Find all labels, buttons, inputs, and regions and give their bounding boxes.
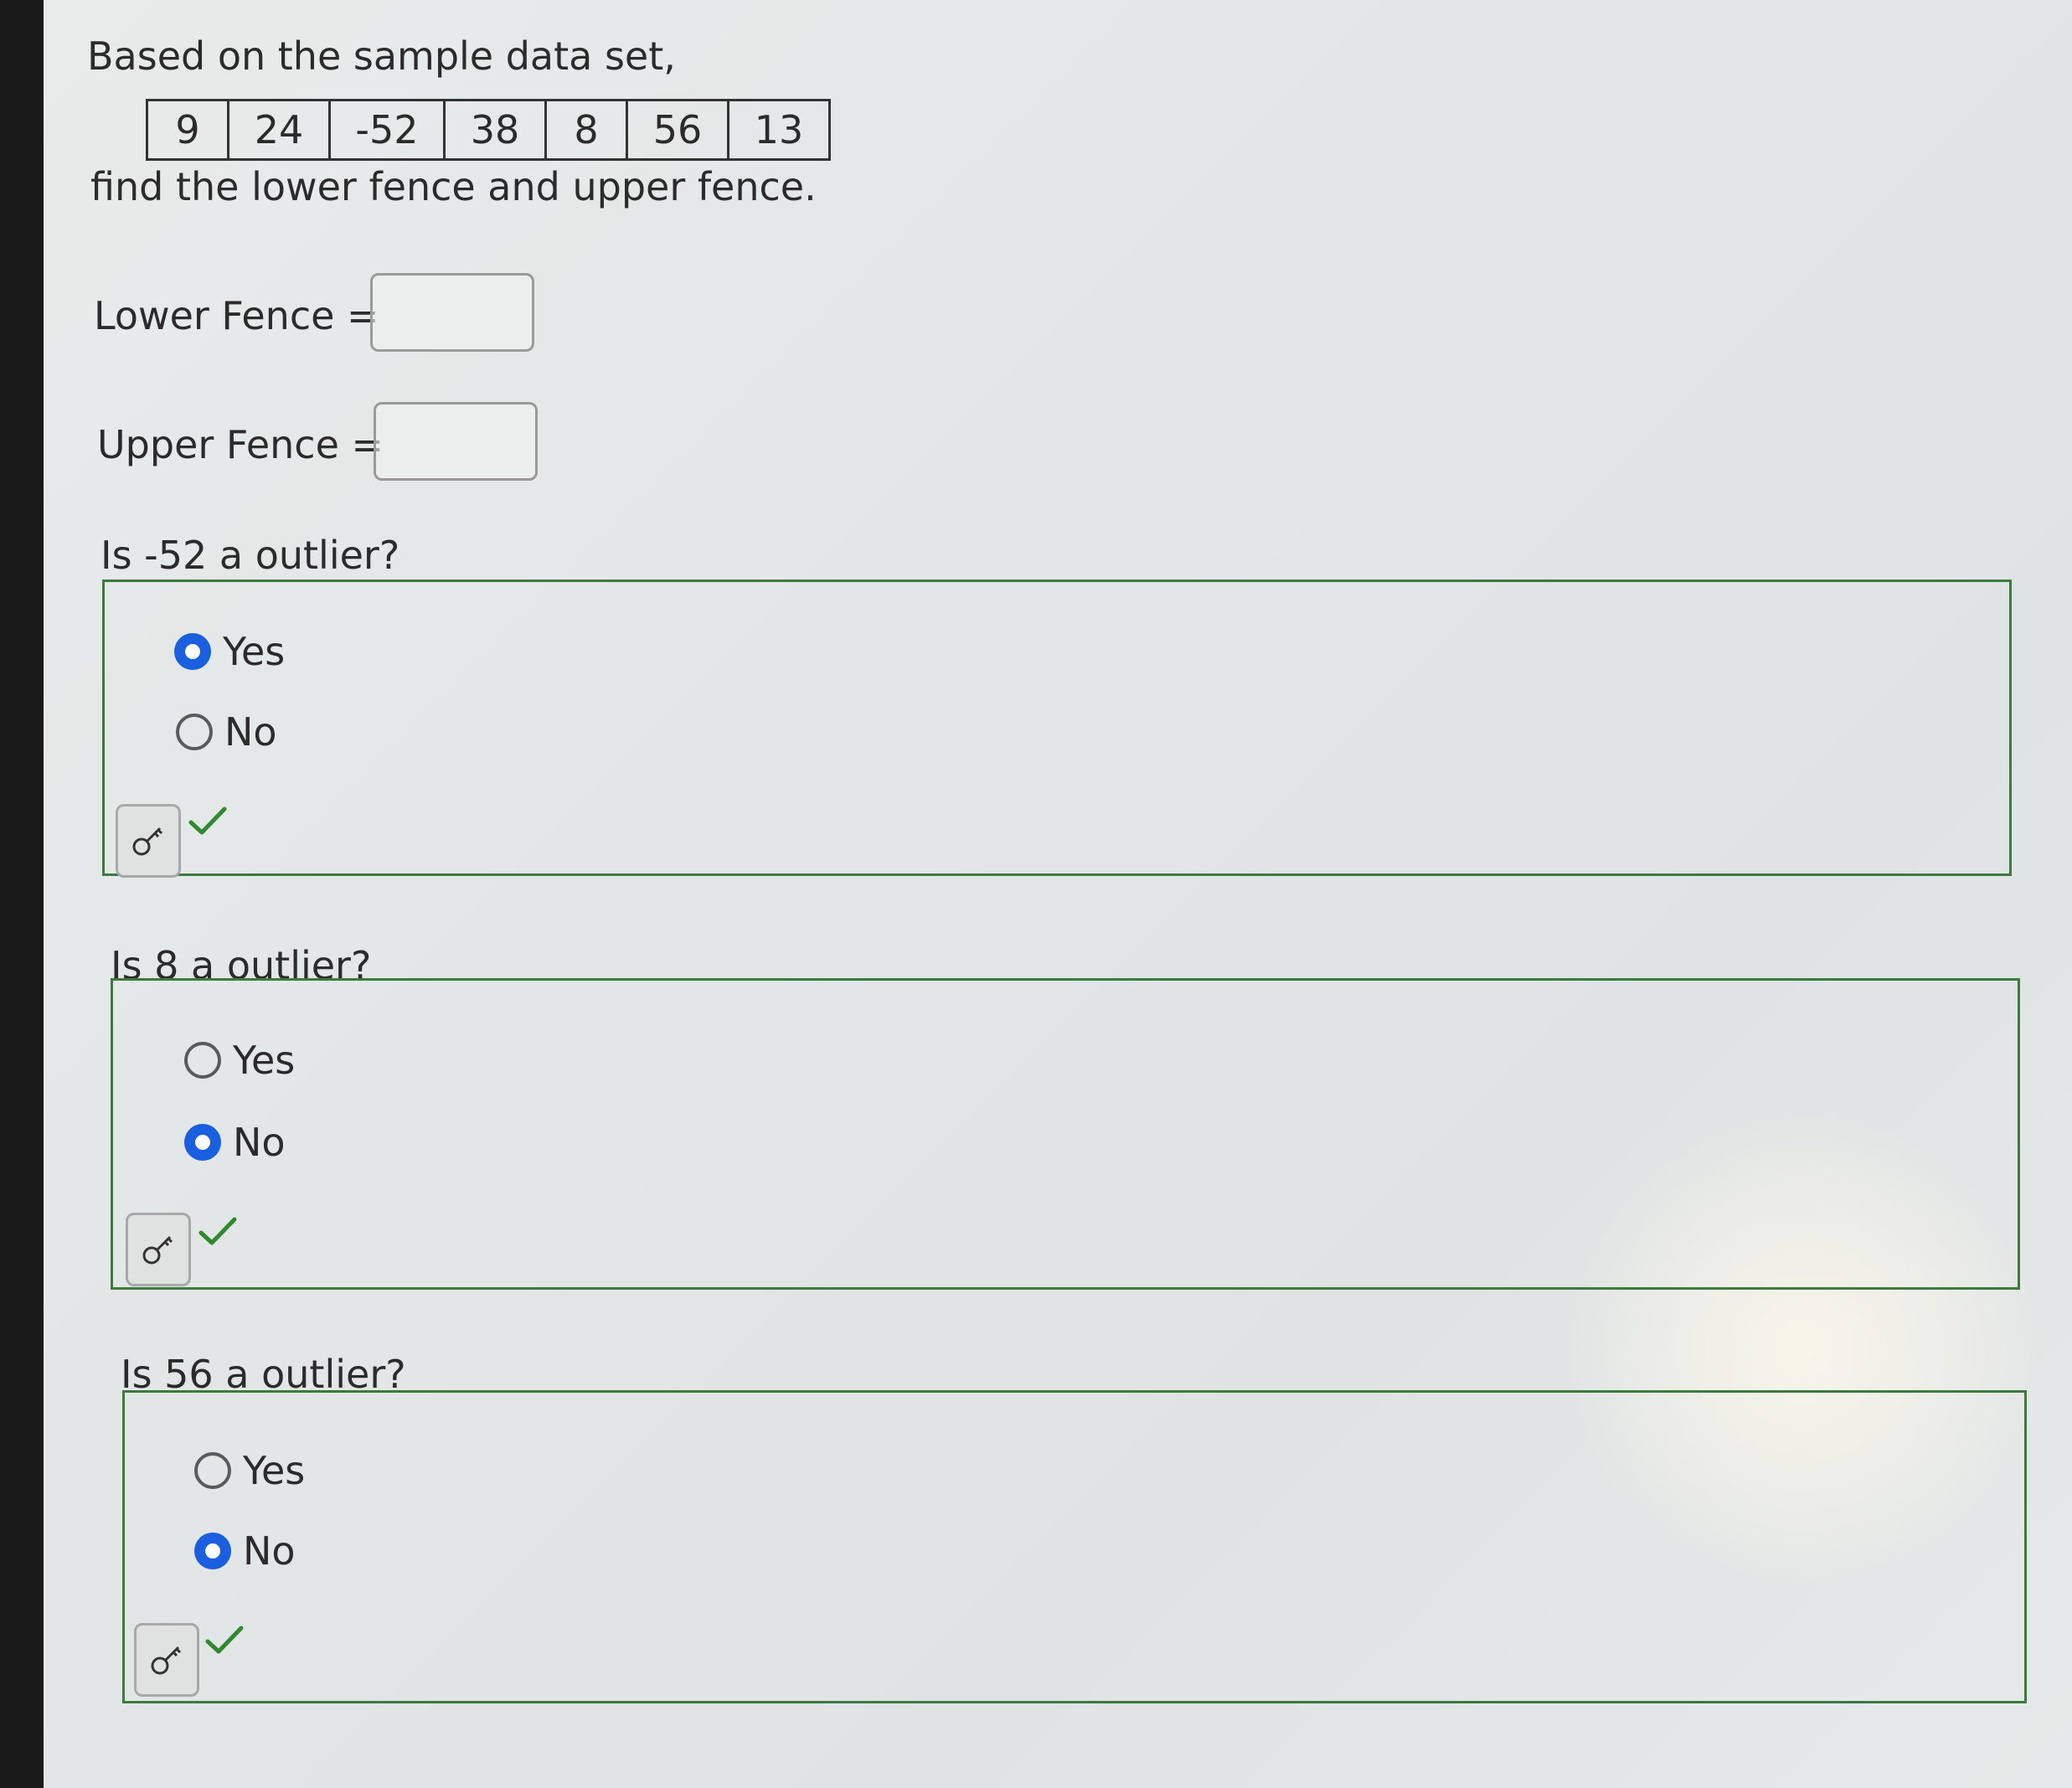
data-cell: 9 xyxy=(146,99,229,161)
checkmark-icon xyxy=(205,1626,244,1654)
option-label: No xyxy=(233,1120,286,1165)
question-2-option-no[interactable]: No xyxy=(184,1117,286,1167)
lower-fence-label: Lower Fence = xyxy=(94,293,379,338)
data-cell: 24 xyxy=(227,99,331,161)
question-3-prompt: Is 56 a outlier? xyxy=(121,1352,406,1397)
upper-fence-label: Upper Fence = xyxy=(97,422,384,467)
option-label: No xyxy=(243,1528,296,1574)
data-cell: 56 xyxy=(626,99,729,161)
data-cell: 13 xyxy=(727,99,831,161)
radio-unselected-icon[interactable] xyxy=(194,1452,231,1489)
question-1-prompt: Is -52 a outlier? xyxy=(101,533,400,578)
instruction-text: find the lower fence and upper fence. xyxy=(90,164,817,209)
data-cell: 38 xyxy=(443,99,547,161)
data-cell: 8 xyxy=(544,99,628,161)
question-3-box xyxy=(122,1390,2027,1703)
key-icon xyxy=(132,827,163,856)
checkmark-icon xyxy=(198,1217,237,1245)
question-1-option-no[interactable]: No xyxy=(176,707,277,757)
upper-fence-input[interactable] xyxy=(374,402,538,481)
key-icon xyxy=(151,1646,182,1675)
option-label: Yes xyxy=(243,1448,306,1493)
key-icon xyxy=(142,1235,173,1265)
radio-selected-icon[interactable] xyxy=(194,1533,231,1569)
intro-text: Based on the sample data set, xyxy=(87,33,676,79)
data-cell: -52 xyxy=(328,99,446,161)
option-label: Yes xyxy=(223,629,286,674)
checkmark-icon xyxy=(188,806,227,835)
radio-unselected-icon[interactable] xyxy=(184,1042,221,1079)
question-3-option-yes[interactable]: Yes xyxy=(194,1445,305,1496)
question-1-box xyxy=(102,580,2012,876)
radio-unselected-icon[interactable] xyxy=(176,714,213,750)
radio-selected-icon[interactable] xyxy=(184,1124,221,1161)
hint-key-button[interactable] xyxy=(116,804,181,878)
radio-selected-icon[interactable] xyxy=(174,633,211,670)
data-set-table: 9 24 -52 38 8 56 13 xyxy=(146,99,831,161)
hint-key-button[interactable] xyxy=(126,1213,191,1286)
option-label: Yes xyxy=(233,1038,296,1083)
screen-page: Based on the sample data set, 9 24 -52 3… xyxy=(44,0,2072,1788)
lower-fence-input[interactable] xyxy=(370,273,534,352)
question-2-option-yes[interactable]: Yes xyxy=(184,1035,295,1085)
hint-key-button[interactable] xyxy=(134,1623,199,1697)
question-3-option-no[interactable]: No xyxy=(194,1526,296,1576)
question-1-option-yes[interactable]: Yes xyxy=(174,626,285,677)
question-2-box xyxy=(111,978,2020,1290)
option-label: No xyxy=(224,709,277,755)
